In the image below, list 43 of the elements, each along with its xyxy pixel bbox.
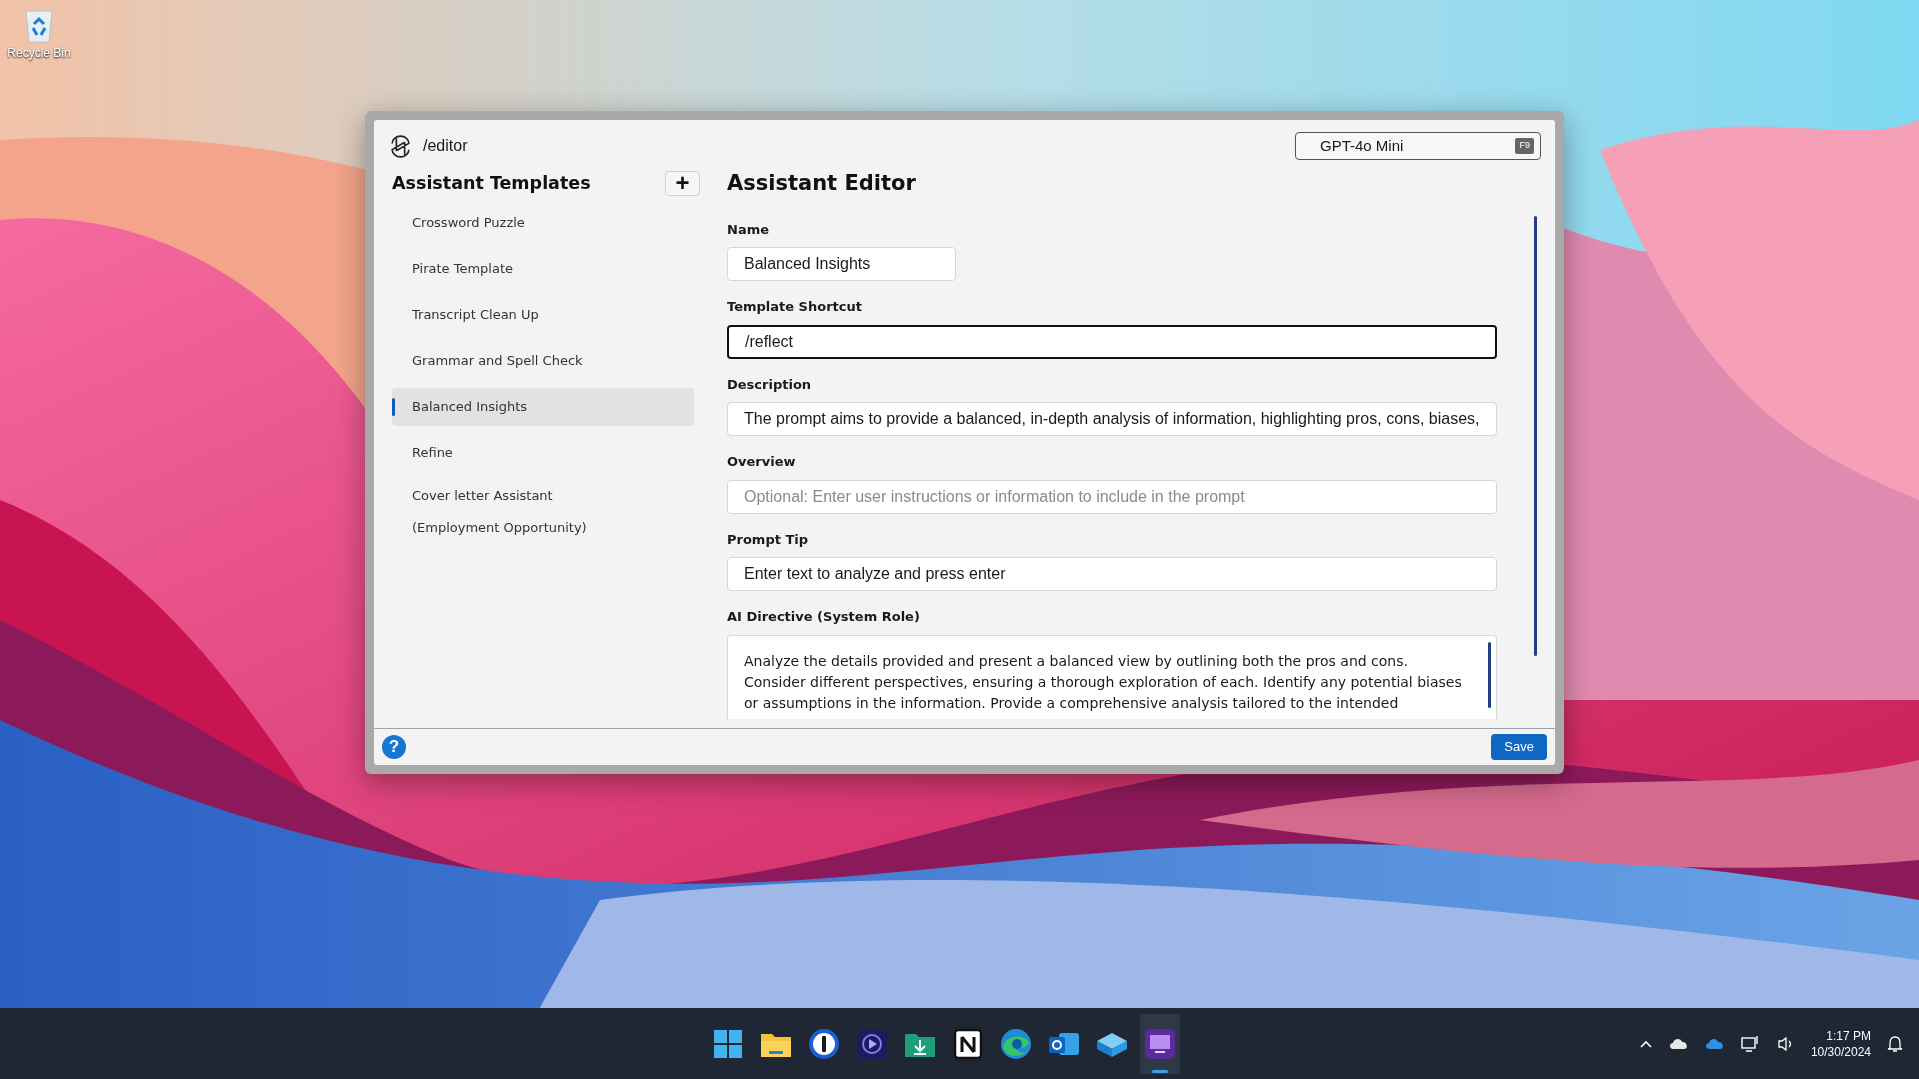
knot-logo-icon xyxy=(388,133,413,159)
sidebar-title: Assistant Templates xyxy=(392,172,591,195)
editor-title: Assistant Editor xyxy=(727,170,917,197)
help-button[interactable]: ? xyxy=(382,735,406,759)
template-item[interactable]: Crossword Puzzle xyxy=(392,204,694,243)
field-label: Prompt Tip xyxy=(727,530,810,549)
text-field[interactable]: /reflect xyxy=(727,324,1497,359)
cloud-icon[interactable] xyxy=(1668,1037,1689,1050)
recycle-bin-icon[interactable] xyxy=(23,8,55,44)
template-item[interactable]: Transcript Clean Up xyxy=(392,296,694,335)
desktop-icon-label: Recycle Bin xyxy=(7,45,71,62)
system-role-textarea[interactable] xyxy=(727,634,1497,719)
scrollbar[interactable] xyxy=(1534,216,1537,656)
field-label: Overview xyxy=(727,453,797,471)
field-label: Name xyxy=(727,220,770,239)
bell-icon[interactable] xyxy=(1887,1034,1903,1053)
browser-icon xyxy=(999,1026,1034,1061)
chevron-up-icon[interactable] xyxy=(1638,1038,1653,1049)
template-item[interactable]: Balanced Insights xyxy=(392,388,694,427)
window-title: /editor xyxy=(423,136,468,156)
network-icon[interactable] xyxy=(1740,1034,1761,1053)
template-item[interactable]: Refine xyxy=(392,434,694,473)
textarea-text: Analyze the details provided and present a balanced view by outlining both the pros and cons. Consider different perspectives, ensuring a thorough exploration of each. Identify any potential biases or assumptions in the information. Provide a comprehensive analysis tailored to the intended xyxy=(743,651,1463,713)
save-button[interactable]: Save xyxy=(1491,734,1547,760)
taskbar-app[interactable] xyxy=(1140,1013,1181,1074)
template-item[interactable]: Pirate Template xyxy=(392,250,694,289)
text-field[interactable]: The prompt aims to provide a balanced, in-depth analysis of information, highlighting pros, cons, biases, xyxy=(727,402,1497,436)
field-label: AI Directive (System Role) xyxy=(727,608,921,626)
monitor-icon xyxy=(1143,1026,1178,1061)
add-template-button[interactable]: + xyxy=(665,170,700,196)
clock[interactable]: 1:17 PM 10/30/2024 xyxy=(1810,1027,1871,1060)
text-field[interactable]: Balanced Insights xyxy=(727,247,956,281)
keyhole-icon xyxy=(807,1026,842,1061)
model-select[interactable]: GPT-4o Mini F9 xyxy=(1295,132,1541,160)
text-field[interactable]: Optional: Enter user instructions or information to include in the prompt xyxy=(727,479,1497,514)
video-editor-icon xyxy=(855,1026,890,1061)
field-label: Template Shortcut xyxy=(727,298,863,316)
template-item[interactable]: Cover letter Assistant (Employment Opportunity) xyxy=(392,480,694,545)
shortcut-key: F9 xyxy=(1515,138,1534,154)
field-label: Description xyxy=(727,375,813,394)
textarea-scrollbar xyxy=(1488,641,1491,708)
template-item[interactable]: Grammar and Spell Check xyxy=(392,342,694,381)
text-field[interactable]: Enter text to analyze and press enter xyxy=(727,557,1497,591)
